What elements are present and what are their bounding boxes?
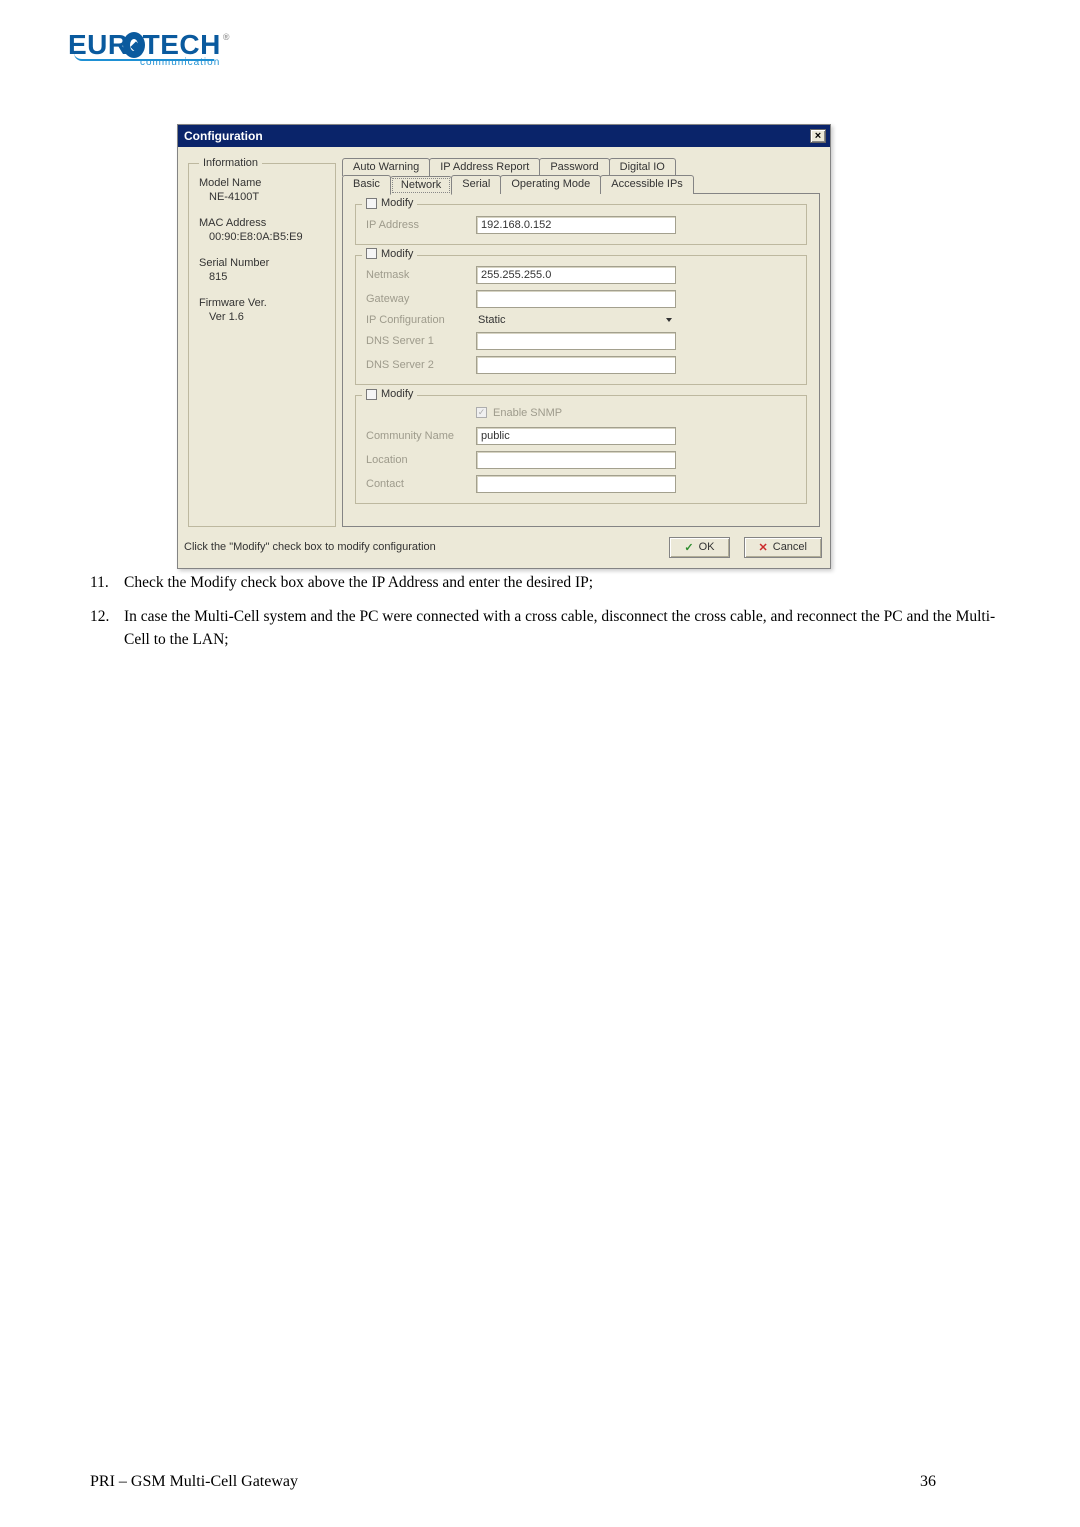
tab-operating-mode[interactable]: Operating Mode (500, 175, 601, 194)
close-icon: ✕ (759, 541, 768, 554)
modify-ip-label: Modify (381, 197, 413, 209)
modify-snmp-checkbox-wrap[interactable]: Modify (362, 388, 417, 400)
firmware-value: Ver 1.6 (199, 311, 325, 323)
modify-ip-checkbox-wrap[interactable]: Modify (362, 197, 417, 209)
dns1-input[interactable] (476, 332, 676, 350)
modify-hint: Click the "Modify" check box to modify c… (180, 541, 655, 553)
dns1-label: DNS Server 1 (366, 335, 476, 347)
network-tab-panel: Modify IP Address Modify Ne (342, 193, 820, 527)
tab-row-back: Auto Warning IP Address Report Password … (342, 157, 820, 175)
page-number: 36 (920, 1473, 960, 1491)
tab-accessible-ips[interactable]: Accessible IPs (600, 175, 694, 194)
ok-label: OK (699, 541, 715, 553)
close-button[interactable]: × (810, 129, 826, 143)
model-name-label: Model Name (199, 177, 325, 189)
ip-configuration-value: Static (476, 314, 506, 326)
tab-serial[interactable]: Serial (451, 175, 501, 194)
tab-network[interactable]: Network (390, 176, 452, 195)
cancel-label: Cancel (773, 541, 807, 553)
step-number: 11. (90, 572, 124, 594)
tab-password[interactable]: Password (539, 158, 609, 176)
ip-configuration-label: IP Configuration (366, 314, 476, 326)
location-label: Location (366, 454, 476, 466)
information-panel: Information Model Name NE-4100T MAC Addr… (188, 157, 336, 527)
tab-area: Auto Warning IP Address Report Password … (342, 157, 820, 527)
checkbox-icon[interactable] (366, 198, 377, 209)
netmask-label: Netmask (366, 269, 476, 281)
dns2-label: DNS Server 2 (366, 359, 476, 371)
gateway-input[interactable] (476, 290, 676, 308)
model-name-value: NE-4100T (199, 191, 325, 203)
footer-title: PRI – GSM Multi-Cell Gateway (90, 1473, 950, 1491)
mac-address-value: 00:90:E8:0A:B5:E9 (199, 231, 325, 243)
tab-strip: Auto Warning IP Address Report Password … (342, 157, 820, 193)
logo-subtitle: communication (140, 57, 228, 68)
step-number: 12. (90, 606, 124, 651)
tab-row-front: Basic Network Serial Operating Mode Acce… (342, 174, 820, 193)
ip-address-group: Modify IP Address (355, 204, 807, 245)
chevron-down-icon (666, 318, 672, 322)
tab-ip-address-report[interactable]: IP Address Report (429, 158, 540, 176)
dialog-title: Configuration (184, 129, 263, 143)
mac-address-label: MAC Address (199, 217, 325, 229)
list-item: 11. Check the Modify check box above the… (90, 572, 1014, 594)
modify-snmp-label: Modify (381, 388, 413, 400)
gateway-label: Gateway (366, 293, 476, 305)
firmware-label: Firmware Ver. (199, 297, 325, 309)
enable-snmp-label: Enable SNMP (493, 407, 562, 419)
logo-eu: EU (68, 29, 108, 61)
step-text: In case the Multi-Cell system and the PC… (124, 606, 1014, 651)
tab-basic[interactable]: Basic (342, 175, 391, 194)
netmask-input[interactable] (476, 266, 676, 284)
configuration-dialog: Configuration × Information Model Name N… (177, 124, 831, 569)
checkbox-icon[interactable] (366, 389, 377, 400)
dialog-titlebar[interactable]: Configuration × (178, 125, 830, 147)
dns2-input[interactable] (476, 356, 676, 374)
serial-number-label: Serial Number (199, 257, 325, 269)
instruction-list: 11. Check the Modify check box above the… (90, 572, 1014, 663)
contact-input[interactable] (476, 475, 676, 493)
checkbox-icon[interactable] (366, 248, 377, 259)
registered-icon: ® (223, 32, 230, 42)
check-icon: ✓ (684, 541, 693, 554)
tab-digital-io[interactable]: Digital IO (609, 158, 676, 176)
information-legend: Information (199, 157, 262, 169)
brand-logo: EU R TECH ® communication (68, 28, 228, 98)
page-footer: PRI – GSM Multi-Cell Gateway 36 (90, 1473, 990, 1491)
globe-icon (123, 32, 145, 58)
ip-address-label: IP Address (366, 219, 476, 231)
community-name-label: Community Name (366, 430, 476, 442)
community-name-input[interactable] (476, 427, 676, 445)
step-text: Check the Modify check box above the IP … (124, 572, 1014, 594)
ok-button[interactable]: ✓ OK (669, 537, 729, 558)
ip-address-input[interactable] (476, 216, 676, 234)
netmask-group: Modify Netmask Gateway IP Configuration … (355, 255, 807, 386)
snmp-group: Modify ✓ Enable SNMP Community Name Loca… (355, 395, 807, 504)
enable-snmp-checkbox[interactable]: ✓ (476, 407, 487, 418)
dialog-footer: Click the "Modify" check box to modify c… (178, 535, 830, 568)
modify-netmask-checkbox-wrap[interactable]: Modify (362, 248, 417, 260)
tab-auto-warning[interactable]: Auto Warning (342, 158, 430, 176)
check-icon: ✓ (478, 408, 486, 417)
location-input[interactable] (476, 451, 676, 469)
dialog-body: Information Model Name NE-4100T MAC Addr… (178, 147, 830, 535)
list-item: 12. In case the Multi-Cell system and th… (90, 606, 1014, 651)
serial-number-value: 815 (199, 271, 325, 283)
cancel-button[interactable]: ✕ Cancel (744, 537, 822, 558)
ip-configuration-select[interactable]: Static (476, 314, 676, 326)
modify-netmask-label: Modify (381, 248, 413, 260)
document-page: EU R TECH ® communication Configuration … (0, 0, 1080, 1527)
contact-label: Contact (366, 478, 476, 490)
